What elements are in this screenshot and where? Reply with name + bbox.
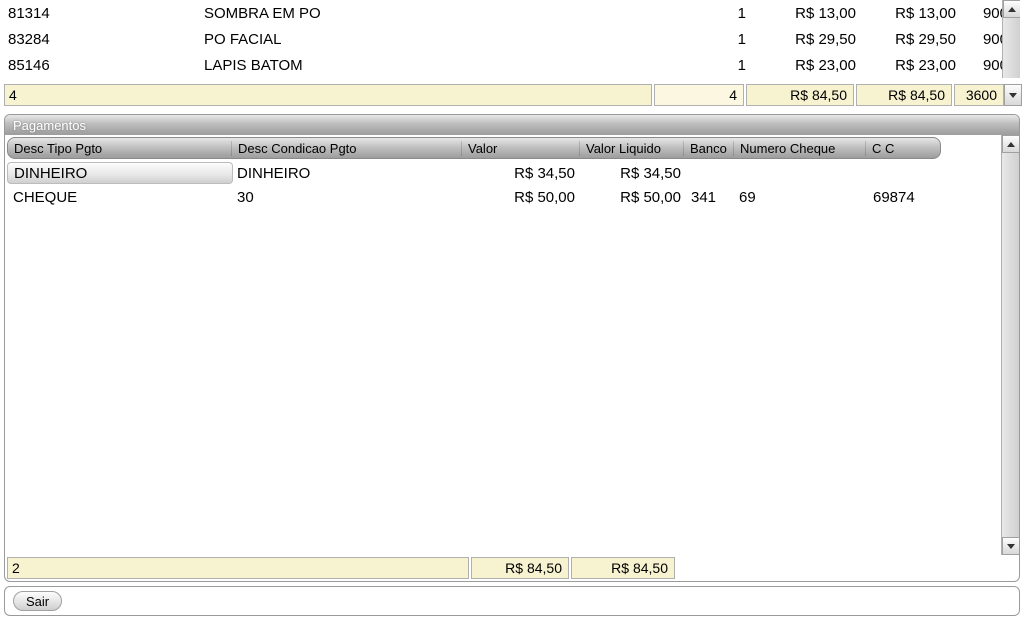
product-qty: 1 bbox=[710, 5, 752, 22]
scroll-up-button[interactable] bbox=[1003, 0, 1020, 18]
payments-col-banco[interactable]: Banco bbox=[684, 141, 734, 156]
payment-row[interactable]: DINHEIRO DINHEIRO R$ 34,50 R$ 34,50 bbox=[5, 161, 1001, 185]
product-desc: PO FACIAL bbox=[204, 31, 710, 48]
payment-liq: R$ 34,50 bbox=[583, 165, 687, 182]
payment-liq: R$ 50,00 bbox=[583, 189, 687, 206]
scroll-up-button[interactable] bbox=[1002, 135, 1020, 153]
payments-col-cheque[interactable]: Numero Cheque bbox=[734, 141, 866, 156]
payments-col-tipo[interactable]: Desc Tipo Pgto bbox=[8, 141, 232, 156]
products-summary-count: 4 bbox=[4, 84, 652, 106]
products-scrollbar[interactable] bbox=[1002, 0, 1020, 78]
payment-tipo: CHEQUE bbox=[7, 189, 233, 206]
payment-cheque: 69 bbox=[735, 189, 869, 206]
product-price: R$ 23,00 bbox=[752, 57, 862, 74]
payments-scrollbar[interactable] bbox=[1001, 135, 1019, 555]
payment-cond: DINHEIRO bbox=[233, 165, 465, 182]
products-summary-qty: 4 bbox=[654, 84, 744, 106]
payments-summary-bar: 2 R$ 84,50 R$ 84,50 bbox=[7, 557, 1017, 579]
chevron-up-icon bbox=[1008, 7, 1016, 12]
product-row[interactable]: 85146 LAPIS BATOM 1 R$ 23,00 R$ 23,00 90… bbox=[4, 52, 1020, 78]
scroll-down-button[interactable] bbox=[1004, 84, 1022, 106]
product-total: R$ 13,00 bbox=[862, 5, 962, 22]
product-price: R$ 13,00 bbox=[752, 5, 862, 22]
payments-summary-count: 2 bbox=[7, 557, 469, 579]
payment-valor: R$ 34,50 bbox=[465, 165, 583, 182]
products-summary-bar: 4 4 R$ 84,50 R$ 84,50 3600 bbox=[4, 84, 1020, 106]
product-total: R$ 23,00 bbox=[862, 57, 962, 74]
product-qty: 1 bbox=[710, 31, 752, 48]
products-summary-val1: R$ 84,50 bbox=[746, 84, 854, 106]
payment-banco: 341 bbox=[687, 189, 735, 206]
chevron-up-icon bbox=[1007, 142, 1015, 147]
product-qty: 1 bbox=[710, 57, 752, 74]
product-row[interactable]: 81314 SOMBRA EM PO 1 R$ 13,00 R$ 13,00 9… bbox=[4, 0, 1020, 26]
payment-row[interactable]: CHEQUE 30 R$ 50,00 R$ 50,00 341 69 69874 bbox=[5, 185, 1001, 209]
scroll-down-button[interactable] bbox=[1002, 537, 1020, 555]
payment-cc: 69874 bbox=[869, 189, 1001, 206]
payments-col-cond[interactable]: Desc Condicao Pgto bbox=[232, 141, 462, 156]
exit-button[interactable]: Sair bbox=[13, 591, 62, 611]
payments-title: Pagamentos bbox=[5, 115, 1019, 135]
product-desc: LAPIS BATOM bbox=[204, 57, 710, 74]
payments-col-valor[interactable]: Valor bbox=[462, 141, 580, 156]
products-summary-val2: R$ 84,50 bbox=[856, 84, 952, 106]
product-desc: SOMBRA EM PO bbox=[204, 5, 710, 22]
products-summary-pts: 3600 bbox=[954, 84, 1004, 106]
payment-cond: 30 bbox=[233, 189, 465, 206]
payments-summary-val2: R$ 84,50 bbox=[571, 557, 675, 579]
payments-summary-val1: R$ 84,50 bbox=[471, 557, 569, 579]
product-price: R$ 29,50 bbox=[752, 31, 862, 48]
product-code: 81314 bbox=[8, 5, 204, 22]
payments-col-liq[interactable]: Valor Liquido bbox=[580, 141, 684, 156]
payment-tipo: DINHEIRO bbox=[7, 162, 233, 184]
payments-header-row: Desc Tipo Pgto Desc Condicao Pgto Valor … bbox=[7, 137, 941, 159]
payment-valor: R$ 50,00 bbox=[465, 189, 583, 206]
bottom-toolbar: Sair bbox=[4, 586, 1020, 616]
product-row[interactable]: 83284 PO FACIAL 1 R$ 29,50 R$ 29,50 900 bbox=[4, 26, 1020, 52]
product-code: 83284 bbox=[8, 31, 204, 48]
product-total: R$ 29,50 bbox=[862, 31, 962, 48]
payments-col-cc[interactable]: C C bbox=[866, 141, 940, 156]
chevron-down-icon bbox=[1009, 93, 1017, 98]
chevron-down-icon bbox=[1007, 544, 1015, 549]
payments-panel: Pagamentos Desc Tipo Pgto Desc Condicao … bbox=[4, 114, 1020, 582]
products-table-body: 81314 SOMBRA EM PO 1 R$ 13,00 R$ 13,00 9… bbox=[4, 0, 1020, 78]
product-code: 85146 bbox=[8, 57, 204, 74]
